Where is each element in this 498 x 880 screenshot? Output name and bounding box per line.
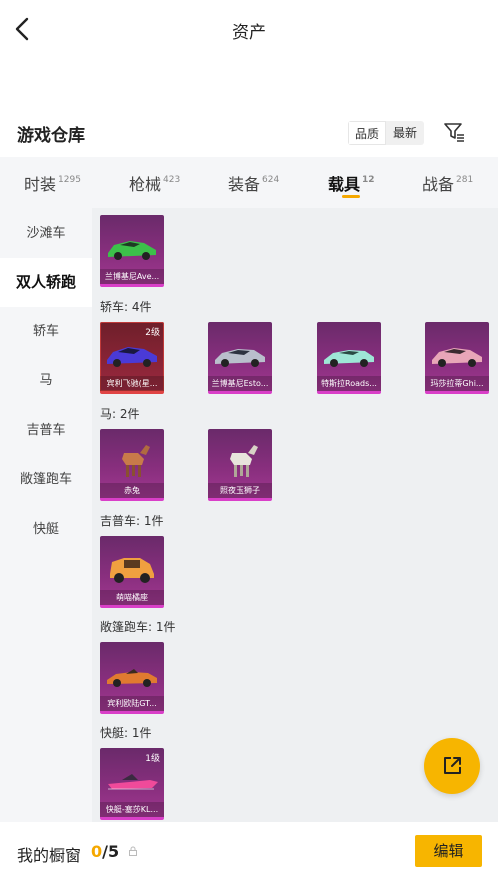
tab-count: 1295 [58, 175, 81, 185]
item-name: 玛莎拉蒂Ghi... [425, 376, 489, 391]
item-name: 宾利飞驰(星... [100, 376, 164, 391]
item-card[interactable]: 宾利欧陆GT... [100, 642, 164, 714]
showcase-current: 0 [91, 842, 103, 861]
tab-label: 载具 [328, 175, 361, 194]
sidebar-item-jeep[interactable]: 吉普车 [0, 406, 92, 455]
item-card[interactable]: 兰博基尼Esto... [208, 322, 272, 394]
silver-sports-car-icon [215, 349, 265, 367]
speedboat-icon [108, 774, 158, 790]
tab-fashion[interactable]: 时装 1295 [24, 171, 81, 195]
item-card[interactable]: 1级 快艇-塞莎KL... [100, 748, 164, 820]
item-grid: 兰博基尼Ave... 轿车: 4件 2级 宾利飞驰(星... 兰博基尼Esto.… [92, 208, 498, 822]
item-name: 快艇-塞莎KL... [100, 802, 164, 817]
item-name: 兰博基尼Ave... [100, 269, 164, 284]
sort-quality-button[interactable]: 品质 [348, 121, 386, 145]
purple-sedan-icon [107, 347, 157, 367]
tab-label: 枪械 [129, 175, 162, 194]
red-horse-icon [122, 445, 150, 477]
mint-roadster-icon [324, 350, 374, 367]
item-name: 赤兔 [100, 483, 164, 498]
tab-combat[interactable]: 战备 281 [422, 171, 473, 195]
sidebar-item-sedan[interactable]: 轿车 [0, 307, 92, 356]
sidebar-item-horse[interactable]: 马 [0, 356, 92, 405]
showcase-total: /5 [102, 842, 120, 861]
tab-count: 624 [262, 175, 280, 185]
section-label-speedboat: 快艇: 1件 [100, 726, 152, 740]
tab-equipment[interactable]: 装备 624 [228, 171, 279, 195]
item-name: 照夜玉狮子 [208, 483, 272, 498]
item-name: 宾利欧陆GT... [100, 696, 164, 711]
warehouse-title: 游戏仓库 [17, 126, 85, 146]
item-card[interactable]: 兰博基尼Ave... [100, 215, 164, 287]
top-bar: 资产 [0, 0, 498, 58]
item-name: 萌喵橘座 [100, 590, 164, 605]
edit-button[interactable]: 编辑 [415, 835, 482, 867]
white-horse-icon [230, 445, 258, 477]
page-title: 资产 [232, 23, 266, 43]
tab-label: 战备 [422, 175, 455, 194]
tab-weapons[interactable]: 枪械 423 [129, 171, 180, 195]
tab-count: 423 [163, 175, 181, 185]
lock-icon [129, 846, 137, 856]
showcase-bar: 我的橱窗 0/5 编辑 [0, 822, 498, 880]
section-label-sedan: 轿车: 4件 [100, 300, 152, 314]
sidebar-item-convertible[interactable]: 敞篷跑车 [0, 455, 92, 504]
active-tab-indicator [342, 195, 360, 198]
showcase-label: 我的橱窗 [17, 846, 82, 865]
tab-label: 时装 [24, 175, 57, 194]
item-card[interactable]: 玛莎拉蒂Ghi... [425, 322, 489, 394]
item-name: 特斯拉Roads... [317, 376, 381, 391]
sort-toggle: 品质 最新 [348, 121, 424, 145]
share-icon [444, 757, 461, 774]
share-button[interactable] [424, 738, 480, 794]
item-card[interactable]: 赤兔 [100, 429, 164, 501]
tab-label: 装备 [228, 175, 261, 194]
filter-icon[interactable] [442, 120, 466, 144]
orange-convertible-icon [107, 669, 157, 687]
item-card[interactable]: 萌喵橘座 [100, 536, 164, 608]
item-card[interactable]: 2级 宾利飞驰(星... [100, 322, 164, 394]
sort-newest-button[interactable]: 最新 [386, 121, 424, 145]
sidebar-item-speedboat[interactable]: 快艇 [0, 505, 92, 554]
item-card[interactable]: 照夜玉狮子 [208, 429, 272, 501]
tab-count: 12 [362, 175, 375, 185]
vehicle-type-sidebar: 沙滩车 双人轿跑 轿车 马 吉普车 敞篷跑车 快艇 [0, 208, 92, 822]
tab-count: 281 [456, 175, 474, 185]
showcase-count: 0/5 [91, 842, 119, 861]
sidebar-item-beach-buggy[interactable]: 沙滩车 [0, 209, 92, 258]
tab-vehicles[interactable]: 载具 12 [328, 171, 375, 195]
section-label-horse: 马: 2件 [100, 407, 140, 421]
sidebar-item-coupe[interactable]: 双人轿跑 [0, 258, 92, 307]
green-sports-car-icon [108, 241, 156, 260]
section-label-convertible: 敞篷跑车: 1件 [100, 620, 176, 634]
item-name: 兰博基尼Esto... [208, 376, 272, 391]
asset-page: 资产 游戏仓库 品质 最新 时装 1295 枪械 423 装备 624 载具 12 战备… [0, 0, 498, 880]
category-tabs: 时装 1295 枪械 423 装备 624 载具 12 战备 281 [0, 157, 498, 208]
section-label-jeep: 吉普车: 1件 [100, 514, 164, 528]
item-card[interactable]: 特斯拉Roads... [317, 322, 381, 394]
pink-sedan-icon [432, 348, 482, 367]
orange-jeep-icon [110, 558, 154, 583]
